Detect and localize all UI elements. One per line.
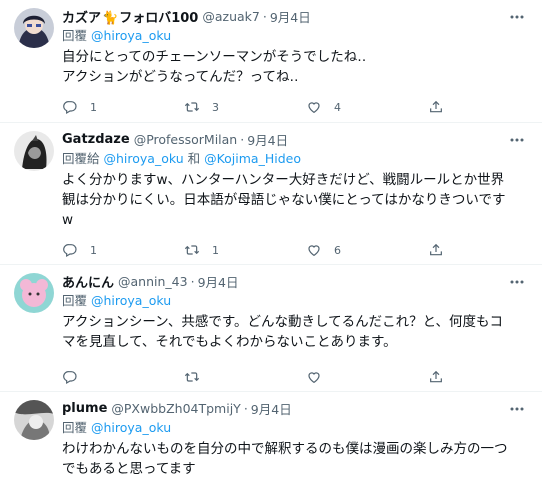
display-name[interactable]: plume xyxy=(62,401,107,416)
avatar[interactable] xyxy=(14,8,54,48)
reply-icon xyxy=(63,244,77,258)
share-button[interactable] xyxy=(428,242,456,258)
retweet-icon xyxy=(184,102,200,112)
tweet-text: アクションシーン、共感です。どんな動きしてるんだこれ？と、何度もコ マを見直して… xyxy=(62,314,504,350)
reply-context: 回覆 @hiroya_oku xyxy=(62,293,172,308)
tweet-date[interactable]: 9月4日 xyxy=(198,272,239,291)
mention-link[interactable]: @Kojima_Hideo xyxy=(204,151,301,166)
like-button[interactable]: 6 xyxy=(306,242,428,258)
cat-emoji-icon: 🐈 xyxy=(102,10,119,26)
tweet-actions: 1 1 6 xyxy=(62,230,526,270)
display-name[interactable]: あんにん xyxy=(62,272,114,291)
tweet-actions xyxy=(62,357,526,397)
retweet-count: 1 xyxy=(212,243,219,257)
reply-button[interactable]: 1 xyxy=(62,99,184,115)
like-count: 4 xyxy=(334,100,341,114)
mention-link[interactable]: @hiroya_oku xyxy=(103,151,183,166)
retweet-icon xyxy=(184,372,200,382)
share-button[interactable] xyxy=(428,99,456,115)
user-handle[interactable]: @annin_43 xyxy=(118,274,188,289)
more-icon[interactable] xyxy=(506,398,528,420)
avatar[interactable] xyxy=(14,400,54,440)
like-count: 6 xyxy=(334,243,341,257)
share-icon xyxy=(430,370,442,383)
share-button[interactable] xyxy=(428,369,456,385)
reply-context: 回覆 @hiroya_oku xyxy=(62,28,172,43)
tweet-text: よく分かりますw、ハンターハンター大好きだけど、戦闘ルールとか世界 観は分かりに… xyxy=(62,172,506,228)
display-name[interactable]: Gatzdaze xyxy=(62,132,130,147)
tweet-3[interactable]: あんにん @annin_43 · 9月4日 回覆 @hiroya_oku アクシ… xyxy=(0,265,542,392)
reply-count: 1 xyxy=(90,100,97,114)
like-button[interactable] xyxy=(306,369,428,385)
reply-icon xyxy=(63,371,77,385)
more-icon[interactable] xyxy=(506,6,528,28)
retweet-button[interactable]: 3 xyxy=(184,99,306,115)
tweet-date[interactable]: 9月4日 xyxy=(247,130,288,149)
user-handle[interactable]: @ProfessorMilan xyxy=(134,132,238,147)
tweet-4[interactable]: plume @PXwbbZh04TpmijY · 9月4日 回覆 @hiroya… xyxy=(0,392,542,489)
retweet-button[interactable]: 1 xyxy=(184,242,306,258)
share-icon xyxy=(430,100,442,113)
user-handle[interactable]: @PXwbbZh04TpmijY xyxy=(111,401,240,416)
reply-button[interactable] xyxy=(62,369,184,385)
mention-link[interactable]: @hiroya_oku xyxy=(91,420,171,435)
heart-icon xyxy=(308,245,320,257)
tweet-text: わけわかんないものを自分の中で解釈するのも僕は漫画の楽しみ方の一つ でもあると思… xyxy=(62,441,508,477)
mention-link[interactable]: @hiroya_oku xyxy=(91,28,171,43)
more-icon[interactable] xyxy=(506,129,528,151)
retweet-icon xyxy=(184,245,200,255)
like-button[interactable]: 4 xyxy=(306,99,428,115)
retweet-count: 3 xyxy=(212,100,219,114)
mention-link[interactable]: @hiroya_oku xyxy=(91,293,171,308)
more-icon[interactable] xyxy=(506,271,528,293)
tweet-actions: 1 3 4 xyxy=(62,87,526,127)
separator-dot: · xyxy=(190,273,195,289)
display-name[interactable]: カズア🐈フォロバ100 xyxy=(62,7,198,26)
share-icon xyxy=(430,243,442,256)
reply-context: 回覆給 @hiroya_oku 和 @Kojima_Hideo xyxy=(62,151,301,166)
tweet-1[interactable]: カズア🐈フォロバ100 @azuak7 · 9月4日 回覆 @hiroya_ok… xyxy=(0,0,542,123)
separator-dot: · xyxy=(262,8,267,24)
avatar[interactable] xyxy=(14,131,54,171)
heart-icon xyxy=(308,372,320,384)
tweet-2[interactable]: Gatzdaze @ProfessorMilan · 9月4日 回覆給 @hir… xyxy=(0,123,542,265)
retweet-button[interactable] xyxy=(184,369,306,385)
user-handle[interactable]: @azuak7 xyxy=(202,9,260,24)
tweet-date[interactable]: 9月4日 xyxy=(251,399,292,418)
tweet-text: 自分にとってのチェーンソーマンがそうでしたね‥ アクションがどうなってんだ？って… xyxy=(62,49,367,85)
heart-icon xyxy=(308,102,320,114)
reply-count: 1 xyxy=(90,243,97,257)
reply-icon xyxy=(63,101,77,115)
reply-context: 回覆 @hiroya_oku xyxy=(62,420,172,435)
reply-button[interactable]: 1 xyxy=(62,242,184,258)
avatar[interactable] xyxy=(14,273,54,313)
tweet-date[interactable]: 9月4日 xyxy=(270,7,311,26)
separator-dot: · xyxy=(240,131,245,147)
separator-dot: · xyxy=(243,400,248,416)
